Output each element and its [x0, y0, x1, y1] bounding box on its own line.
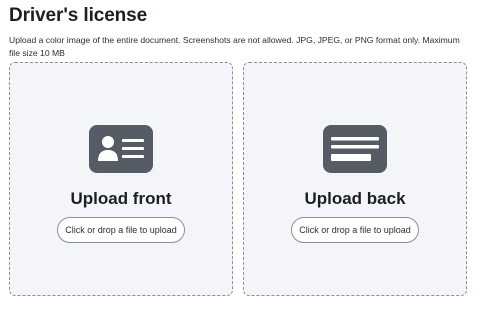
drivers-license-section: Driver's license Upload a color image of… — [9, 0, 469, 296]
upload-front-title: Upload front — [70, 189, 172, 208]
upload-back-dropzone[interactable]: Upload back Click or drop a file to uplo… — [243, 62, 467, 296]
upload-front-dropzone[interactable]: Upload front Click or drop a file to upl… — [9, 62, 233, 296]
upload-back-title: Upload back — [304, 189, 406, 208]
id-card-back-icon — [323, 125, 387, 173]
upload-zones: Upload front Click or drop a file to upl… — [9, 62, 469, 298]
id-card-front-icon — [89, 125, 153, 173]
upload-instructions: Upload a color image of the entire docum… — [9, 35, 460, 58]
upload-back-button[interactable]: Click or drop a file to upload — [291, 217, 419, 243]
upload-front-button[interactable]: Click or drop a file to upload — [57, 217, 185, 243]
page-title: Driver's license — [9, 5, 148, 26]
